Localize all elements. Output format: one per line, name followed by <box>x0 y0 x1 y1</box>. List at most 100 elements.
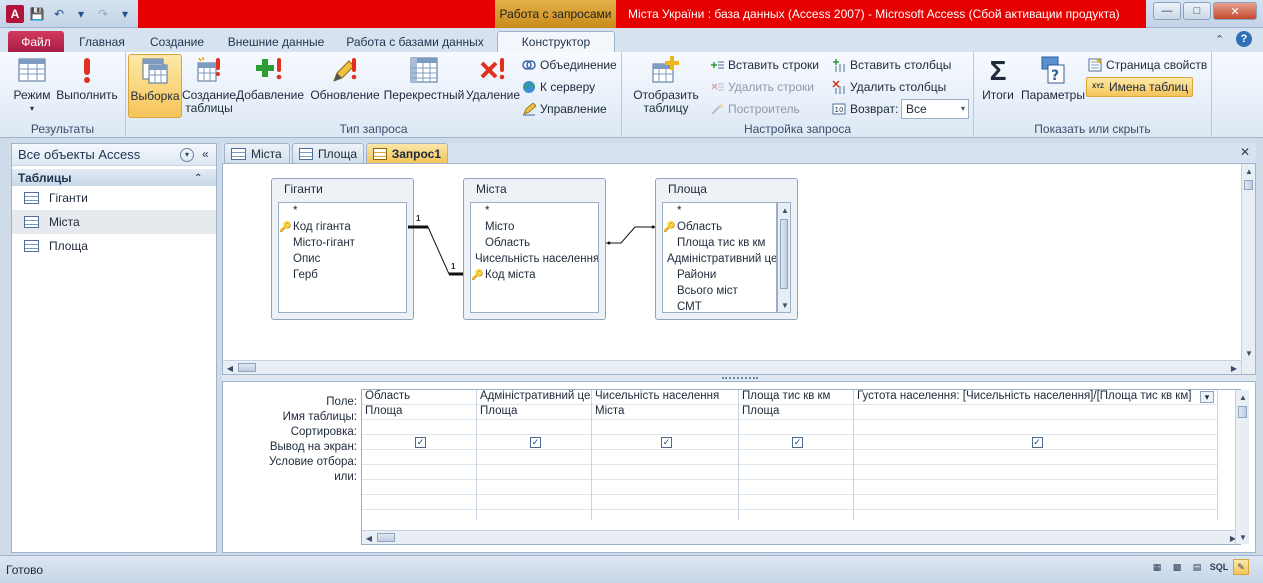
update-query-button[interactable]: Обновление <box>306 54 384 102</box>
doc-tab-ploshcha[interactable]: Площа <box>292 143 364 163</box>
nav-header[interactable]: Все объекты Access ▾ « <box>12 144 216 166</box>
grid-criteria-cell[interactable] <box>592 450 738 465</box>
tab-create[interactable]: Создание <box>142 31 212 52</box>
grid-or-cell[interactable] <box>592 495 738 510</box>
insert-rows-button[interactable]: Вставить строки <box>710 56 819 74</box>
nav-item-giganty[interactable]: Гіганти <box>12 186 216 210</box>
save-icon[interactable]: 💾 <box>28 5 46 23</box>
parameters-button[interactable]: ? Параметры <box>1018 54 1088 102</box>
scroll-thumb[interactable] <box>1244 180 1253 190</box>
grid-criteria-cell[interactable] <box>739 450 853 465</box>
scroll-thumb[interactable] <box>238 363 256 372</box>
undo-icon[interactable]: ↶ <box>50 5 68 23</box>
data-definition-button[interactable]: Управление <box>522 100 607 118</box>
crosstab-query-button[interactable]: Перекрестный <box>384 54 464 102</box>
grid-or-cell[interactable] <box>739 480 853 495</box>
return-select[interactable]: Все ▾ <box>901 99 969 119</box>
grid-show-cell[interactable]: ✓ <box>739 435 853 450</box>
run-button[interactable]: Выполнить <box>56 54 118 102</box>
nav-collapse-icon[interactable]: « <box>202 147 209 161</box>
sql-view-button[interactable]: SQL <box>1209 559 1229 575</box>
qat-customize-icon[interactable]: ▾ <box>116 5 134 23</box>
show-checkbox[interactable]: ✓ <box>415 437 426 448</box>
union-query-button[interactable]: Объединение <box>522 56 617 74</box>
append-query-button[interactable]: Добавление <box>236 54 304 102</box>
access-app-icon[interactable]: A <box>6 5 24 23</box>
grid-table-cell[interactable]: Площа <box>739 405 853 420</box>
show-checkbox[interactable]: ✓ <box>1031 437 1043 448</box>
dropdown-arrow-icon[interactable]: ▾ <box>72 5 90 23</box>
grid-show-cell[interactable]: ✓ <box>362 435 476 450</box>
grid-or-cell[interactable] <box>362 495 476 510</box>
upper-horizontal-scrollbar[interactable]: ◀ ▶ <box>223 360 1241 374</box>
grid-criteria-cell[interactable] <box>362 450 476 465</box>
grid-field-cell[interactable]: Адміністративний центр <box>477 390 591 405</box>
pivot-chart-view-icon[interactable]: ▤ <box>1189 559 1205 575</box>
pivot-table-view-icon[interactable]: ▩ <box>1169 559 1185 575</box>
delete-columns-button[interactable]: Удалить столбцы <box>832 78 946 96</box>
scroll-up-icon[interactable]: ▲ <box>1242 164 1256 178</box>
grid-or-cell[interactable] <box>854 480 1217 495</box>
grid-table-cell[interactable]: Площа <box>477 405 591 420</box>
delete-query-button[interactable]: Удаление <box>464 54 522 102</box>
scroll-left-icon[interactable]: ◀ <box>223 361 237 375</box>
tab-external-data[interactable]: Внешние данные <box>222 31 330 52</box>
make-table-button[interactable]: Создание таблицы <box>182 54 236 115</box>
grid-field-cell[interactable]: Площа тис кв км <box>739 390 853 405</box>
scroll-thumb[interactable] <box>1238 406 1247 418</box>
nav-item-mista[interactable]: Міста <box>12 210 216 234</box>
grid-criteria-cell[interactable] <box>854 450 1217 465</box>
grid-field-cell[interactable]: Густота населення: [Чисельність населенн… <box>854 390 1217 405</box>
passthrough-query-button[interactable]: К серверу <box>522 78 595 96</box>
grid-vertical-scrollbar[interactable]: ▲ ▼ <box>1235 390 1249 544</box>
scroll-up-icon[interactable]: ▲ <box>1236 390 1250 404</box>
tab-design[interactable]: Конструктор <box>497 31 615 52</box>
close-doc-icon[interactable]: ✕ <box>1240 145 1250 159</box>
nav-group-collapse-icon[interactable]: ⌃ <box>194 173 202 184</box>
grid-sort-cell[interactable] <box>362 420 476 435</box>
select-query-button[interactable]: Выборка <box>128 54 182 118</box>
doc-tab-query1[interactable]: Запрос1 <box>366 143 448 163</box>
grid-table-cell[interactable] <box>854 405 1217 420</box>
table-names-button[interactable]: XYZ Имена таблиц <box>1086 77 1194 97</box>
grid-sort-cell[interactable] <box>477 420 591 435</box>
show-table-button[interactable]: Отобразить таблицу <box>628 54 704 115</box>
maximize-button[interactable]: □ <box>1183 2 1211 20</box>
grid-or-cell[interactable] <box>362 465 476 480</box>
delete-rows-button[interactable]: Удалить строки <box>710 78 814 96</box>
insert-columns-button[interactable]: Вставить столбцы <box>832 56 951 74</box>
grid-show-cell[interactable]: ✓ <box>592 435 738 450</box>
grid-table-cell[interactable]: Площа <box>362 405 476 420</box>
grid-sort-cell[interactable] <box>739 420 853 435</box>
grid-horizontal-scrollbar[interactable]: ◀ ▶ <box>362 530 1240 544</box>
help-icon[interactable]: ? <box>1236 31 1252 47</box>
scroll-down-icon[interactable]: ▼ <box>1236 530 1250 544</box>
tab-database-tools[interactable]: Работа с базами данных <box>340 31 490 52</box>
scroll-thumb[interactable] <box>377 533 395 542</box>
grid-show-cell[interactable]: ✓ <box>477 435 591 450</box>
scroll-left-icon[interactable]: ◀ <box>362 531 376 544</box>
grid-or-cell[interactable] <box>477 495 591 510</box>
grid-or-cell[interactable] <box>854 495 1217 510</box>
minimize-button[interactable]: — <box>1153 2 1181 20</box>
nav-group-tables[interactable]: Таблицы ⌃ <box>12 169 216 186</box>
show-checkbox[interactable]: ✓ <box>792 437 803 448</box>
view-mode-button[interactable]: Режим ▾ <box>10 54 54 115</box>
upper-vertical-scrollbar[interactable]: ▲ ▼ <box>1241 164 1255 374</box>
design-view-icon[interactable]: ✎ <box>1233 559 1249 575</box>
grid-or-cell[interactable] <box>592 465 738 480</box>
grid-or-cell[interactable] <box>362 480 476 495</box>
doc-tab-mista[interactable]: Міста <box>224 143 290 163</box>
grid-field-cell[interactable]: Область <box>362 390 476 405</box>
tab-home[interactable]: Главная <box>72 31 132 52</box>
redo-icon[interactable]: ↷ <box>94 5 112 23</box>
grid-or-cell[interactable] <box>477 465 591 480</box>
show-checkbox[interactable]: ✓ <box>530 437 541 448</box>
scroll-down-icon[interactable]: ▼ <box>1242 346 1256 360</box>
grid-sort-cell[interactable] <box>592 420 738 435</box>
tab-file[interactable]: Файл <box>8 31 64 52</box>
datasheet-view-icon[interactable]: ▦ <box>1149 559 1165 575</box>
close-button[interactable]: ✕ <box>1213 2 1257 20</box>
show-checkbox[interactable]: ✓ <box>661 437 672 448</box>
grid-or-cell[interactable] <box>854 465 1217 480</box>
